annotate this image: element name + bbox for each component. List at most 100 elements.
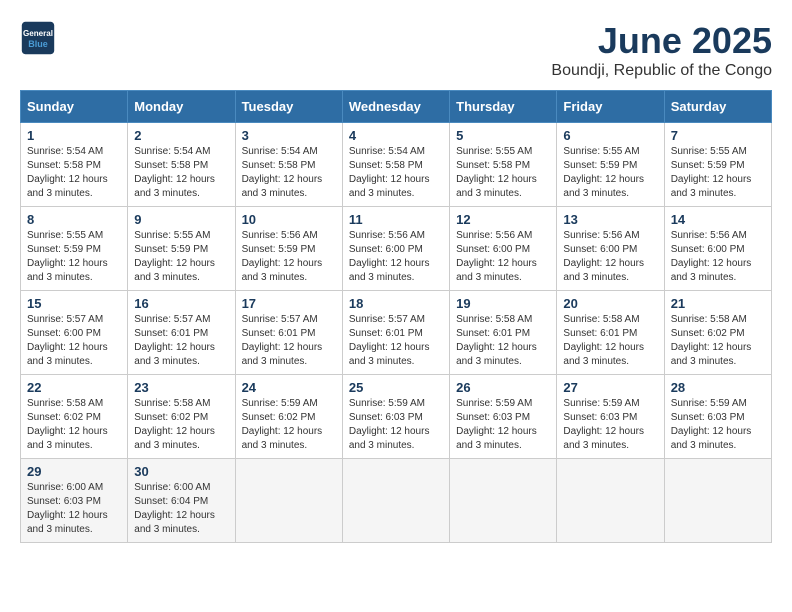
day-number: 27: [563, 380, 657, 395]
day-number: 23: [134, 380, 228, 395]
day-info: Sunrise: 5:57 AM Sunset: 6:01 PM Dayligh…: [349, 313, 443, 369]
day-info: Sunrise: 5:59 AM Sunset: 6:03 PM Dayligh…: [563, 397, 657, 453]
day-info: Sunrise: 5:56 AM Sunset: 6:00 PM Dayligh…: [456, 229, 550, 285]
day-cell: 30 Sunrise: 6:00 AM Sunset: 6:04 PM Dayli…: [128, 459, 235, 543]
day-info: Sunrise: 6:00 AM Sunset: 6:03 PM Dayligh…: [27, 481, 121, 537]
day-cell: 25 Sunrise: 5:59 AM Sunset: 6:03 PM Dayli…: [342, 375, 449, 459]
day-cell: [235, 459, 342, 543]
day-info: Sunrise: 5:54 AM Sunset: 5:58 PM Dayligh…: [134, 145, 228, 201]
day-cell: 2 Sunrise: 5:54 AM Sunset: 5:58 PM Daylig…: [128, 123, 235, 207]
day-number: 26: [456, 380, 550, 395]
day-cell: 26Sunrise: 5:59 AM Sunset: 6:03 PM Dayli…: [450, 375, 557, 459]
day-cell: 4 Sunrise: 5:54 AM Sunset: 5:58 PM Daylig…: [342, 123, 449, 207]
day-number: 22: [27, 380, 121, 395]
day-number: 18: [349, 296, 443, 311]
day-number: 19: [456, 296, 550, 311]
day-info: Sunrise: 5:55 AM Sunset: 5:59 PM Dayligh…: [563, 145, 657, 201]
day-number: 7: [671, 128, 765, 143]
day-info: Sunrise: 5:55 AM Sunset: 5:59 PM Dayligh…: [134, 229, 228, 285]
day-info: Sunrise: 5:56 AM Sunset: 6:00 PM Dayligh…: [671, 229, 765, 285]
day-number: 28: [671, 380, 765, 395]
svg-text:General: General: [23, 29, 53, 38]
title-section: June 2025 Boundji, Republic of the Congo: [551, 20, 772, 80]
logo: General Blue: [20, 20, 56, 56]
day-cell: 22 Sunrise: 5:58 AM Sunset: 6:02 PM Dayli…: [21, 375, 128, 459]
day-info: Sunrise: 5:59 AM Sunset: 6:02 PM Dayligh…: [242, 397, 336, 453]
week-row-2: 8 Sunrise: 5:55 AM Sunset: 5:59 PM Daylig…: [21, 207, 772, 291]
day-number: 11: [349, 212, 443, 227]
day-info: Sunrise: 5:59 AM Sunset: 6:03 PM Dayligh…: [349, 397, 443, 453]
header-cell-thursday: Thursday: [450, 91, 557, 123]
day-number: 15: [27, 296, 121, 311]
day-number: 6: [563, 128, 657, 143]
day-number: 24: [242, 380, 336, 395]
week-row-3: 15Sunrise: 5:57 AM Sunset: 6:00 PM Dayli…: [21, 291, 772, 375]
day-number: 17: [242, 296, 336, 311]
day-cell: 6 Sunrise: 5:55 AM Sunset: 5:59 PM Daylig…: [557, 123, 664, 207]
header-cell-monday: Monday: [128, 91, 235, 123]
header-cell-tuesday: Tuesday: [235, 91, 342, 123]
day-info: Sunrise: 5:55 AM Sunset: 5:59 PM Dayligh…: [671, 145, 765, 201]
calendar-table: SundayMondayTuesdayWednesdayThursdayFrid…: [20, 90, 772, 543]
day-info: Sunrise: 5:57 AM Sunset: 6:01 PM Dayligh…: [242, 313, 336, 369]
header-cell-sunday: Sunday: [21, 91, 128, 123]
day-info: Sunrise: 5:55 AM Sunset: 5:58 PM Dayligh…: [456, 145, 550, 201]
day-number: 29: [27, 464, 121, 479]
day-cell: 10 Sunrise: 5:56 AM Sunset: 5:59 PM Dayli…: [235, 207, 342, 291]
day-number: 4: [349, 128, 443, 143]
day-cell: 3 Sunrise: 5:54 AM Sunset: 5:58 PM Daylig…: [235, 123, 342, 207]
day-number: 8: [27, 212, 121, 227]
day-cell: 24 Sunrise: 5:59 AM Sunset: 6:02 PM Dayli…: [235, 375, 342, 459]
header-cell-wednesday: Wednesday: [342, 91, 449, 123]
day-cell: 17 Sunrise: 5:57 AM Sunset: 6:01 PM Dayli…: [235, 291, 342, 375]
day-info: Sunrise: 5:57 AM Sunset: 6:01 PM Dayligh…: [134, 313, 228, 369]
day-info: Sunrise: 5:56 AM Sunset: 5:59 PM Dayligh…: [242, 229, 336, 285]
week-row-4: 22 Sunrise: 5:58 AM Sunset: 6:02 PM Dayli…: [21, 375, 772, 459]
day-cell: 13 Sunrise: 5:56 AM Sunset: 6:00 PM Dayli…: [557, 207, 664, 291]
day-cell: 12Sunrise: 5:56 AM Sunset: 6:00 PM Dayli…: [450, 207, 557, 291]
day-info: Sunrise: 5:54 AM Sunset: 5:58 PM Dayligh…: [349, 145, 443, 201]
day-cell: 20Sunrise: 5:58 AM Sunset: 6:01 PM Dayli…: [557, 291, 664, 375]
day-number: 10: [242, 212, 336, 227]
day-info: Sunrise: 5:58 AM Sunset: 6:02 PM Dayligh…: [27, 397, 121, 453]
day-info: Sunrise: 5:54 AM Sunset: 5:58 PM Dayligh…: [242, 145, 336, 201]
page-header: General Blue June 2025 Boundji, Republic…: [20, 20, 772, 80]
month-title: June 2025: [551, 20, 772, 62]
day-cell: 9 Sunrise: 5:55 AM Sunset: 5:59 PM Daylig…: [128, 207, 235, 291]
day-info: Sunrise: 6:00 AM Sunset: 6:04 PM Dayligh…: [134, 481, 228, 537]
day-info: Sunrise: 5:58 AM Sunset: 6:01 PM Dayligh…: [456, 313, 550, 369]
day-cell: 8 Sunrise: 5:55 AM Sunset: 5:59 PM Daylig…: [21, 207, 128, 291]
day-info: Sunrise: 5:58 AM Sunset: 6:02 PM Dayligh…: [134, 397, 228, 453]
day-info: Sunrise: 5:58 AM Sunset: 6:02 PM Dayligh…: [671, 313, 765, 369]
day-number: 25: [349, 380, 443, 395]
day-cell: 11 Sunrise: 5:56 AM Sunset: 6:00 PM Dayli…: [342, 207, 449, 291]
day-cell: [557, 459, 664, 543]
day-number: 2: [134, 128, 228, 143]
day-cell: 1Sunrise: 5:54 AM Sunset: 5:58 PM Daylig…: [21, 123, 128, 207]
day-number: 30: [134, 464, 228, 479]
day-info: Sunrise: 5:56 AM Sunset: 6:00 PM Dayligh…: [349, 229, 443, 285]
day-cell: [342, 459, 449, 543]
day-info: Sunrise: 5:55 AM Sunset: 5:59 PM Dayligh…: [27, 229, 121, 285]
svg-text:Blue: Blue: [28, 39, 48, 49]
header-cell-saturday: Saturday: [664, 91, 771, 123]
header-cell-friday: Friday: [557, 91, 664, 123]
day-cell: [450, 459, 557, 543]
day-number: 9: [134, 212, 228, 227]
day-number: 16: [134, 296, 228, 311]
day-cell: 15Sunrise: 5:57 AM Sunset: 6:00 PM Dayli…: [21, 291, 128, 375]
day-number: 3: [242, 128, 336, 143]
day-cell: [664, 459, 771, 543]
week-row-1: 1Sunrise: 5:54 AM Sunset: 5:58 PM Daylig…: [21, 123, 772, 207]
day-info: Sunrise: 5:58 AM Sunset: 6:01 PM Dayligh…: [563, 313, 657, 369]
day-cell: 21Sunrise: 5:58 AM Sunset: 6:02 PM Dayli…: [664, 291, 771, 375]
day-number: 13: [563, 212, 657, 227]
day-cell: 14 Sunrise: 5:56 AM Sunset: 6:00 PM Dayli…: [664, 207, 771, 291]
day-cell: 7 Sunrise: 5:55 AM Sunset: 5:59 PM Daylig…: [664, 123, 771, 207]
day-number: 5: [456, 128, 550, 143]
day-cell: 27 Sunrise: 5:59 AM Sunset: 6:03 PM Dayli…: [557, 375, 664, 459]
day-cell: 23 Sunrise: 5:58 AM Sunset: 6:02 PM Dayli…: [128, 375, 235, 459]
location-title: Boundji, Republic of the Congo: [551, 62, 772, 80]
day-number: 14: [671, 212, 765, 227]
day-info: Sunrise: 5:56 AM Sunset: 6:00 PM Dayligh…: [563, 229, 657, 285]
